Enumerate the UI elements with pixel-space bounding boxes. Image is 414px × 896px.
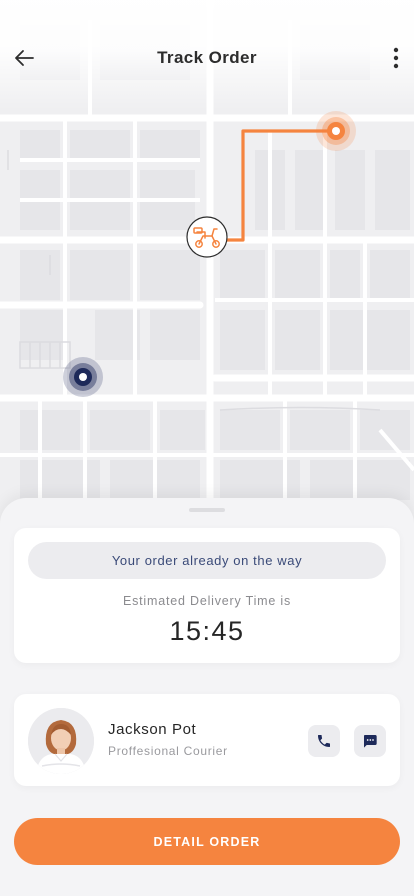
eta-label: Estimated Delivery Time is [122, 594, 292, 608]
origin-marker[interactable] [63, 357, 103, 397]
page-title: Track Order [157, 48, 257, 67]
detail-order-button[interactable]: DETAIL ORDER [14, 818, 400, 865]
more-vertical-icon [393, 47, 399, 69]
courier-marker[interactable] [186, 216, 228, 258]
map-view[interactable] [0, 0, 414, 540]
header-bar: Track Order [0, 40, 414, 76]
sheet-drag-handle[interactable] [189, 508, 225, 512]
avatar [28, 708, 94, 774]
courier-name: Jackson Pot [108, 721, 197, 738]
chat-icon [364, 735, 377, 748]
bottom-sheet: Your order already on the way Estimated … [0, 498, 414, 896]
more-options-button[interactable] [384, 42, 408, 74]
phone-icon [318, 735, 330, 747]
status-message: Your order already on the way [28, 542, 386, 579]
courier-card: Jackson Pot Proffesional Courier [14, 694, 400, 786]
courier-role: Proffesional Courier [108, 744, 228, 758]
message-courier-button[interactable] [354, 725, 386, 757]
call-courier-button[interactable] [308, 725, 340, 757]
destination-marker[interactable] [316, 111, 356, 151]
eta-time: 15:45 [169, 616, 245, 646]
delivery-status-card: Your order already on the way Estimated … [14, 528, 400, 663]
